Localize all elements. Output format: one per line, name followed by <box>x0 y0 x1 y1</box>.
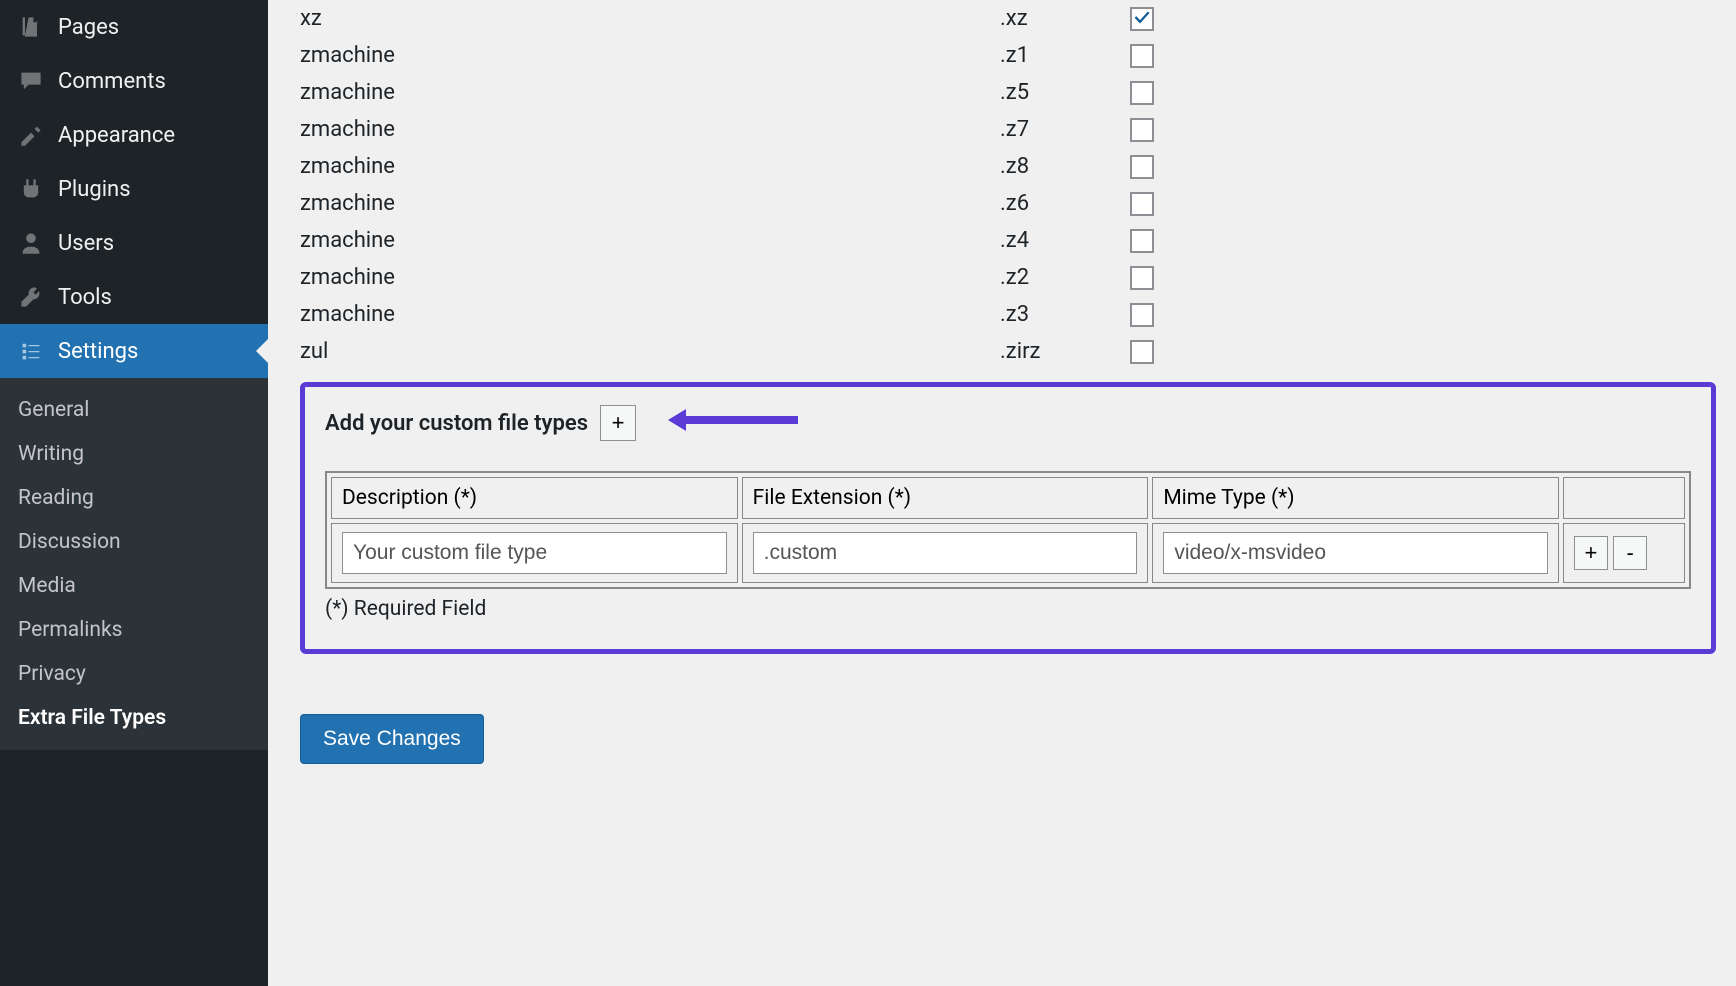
filetype-name: zmachine <box>300 43 1000 68</box>
menu-settings[interactable]: Settings <box>0 324 268 378</box>
menu-label: Appearance <box>58 123 175 148</box>
custom-row: + - <box>331 523 1685 583</box>
filetype-row: xz .xz <box>300 0 1716 37</box>
filetype-ext: .z3 <box>1000 302 1130 327</box>
filetype-ext: .z4 <box>1000 228 1130 253</box>
menu-label: Tools <box>58 285 112 310</box>
filetype-name: zmachine <box>300 265 1000 290</box>
filetype-ext: .z1 <box>1000 43 1130 68</box>
custom-file-types-table: Description (*) File Extension (*) Mime … <box>325 471 1691 589</box>
filetype-checkbox[interactable] <box>1130 303 1154 327</box>
filetype-row: zmachine .z5 <box>300 74 1716 111</box>
required-note: (*) Required Field <box>325 597 1691 621</box>
plugins-icon <box>18 176 44 202</box>
filetype-ext: .z6 <box>1000 191 1130 216</box>
submenu-privacy[interactable]: Privacy <box>0 652 268 696</box>
filetype-checkbox[interactable] <box>1130 229 1154 253</box>
add-custom-button[interactable]: + <box>600 405 636 441</box>
filetype-ext: .z8 <box>1000 154 1130 179</box>
col-mime: Mime Type (*) <box>1152 477 1559 519</box>
filetype-row: zmachine .z1 <box>300 37 1716 74</box>
menu-label: Plugins <box>58 177 131 202</box>
save-changes-button[interactable]: Save Changes <box>300 714 484 764</box>
col-description: Description (*) <box>331 477 738 519</box>
filetype-checkbox[interactable] <box>1130 44 1154 68</box>
filetype-name: zmachine <box>300 228 1000 253</box>
filetype-name: zmachine <box>300 191 1000 216</box>
filetype-name: zmachine <box>300 117 1000 142</box>
extension-input[interactable] <box>753 532 1138 574</box>
col-extension: File Extension (*) <box>742 477 1149 519</box>
filetype-name: zul <box>300 339 1000 364</box>
menu-appearance[interactable]: Appearance <box>0 108 268 162</box>
menu-label: Settings <box>58 339 138 364</box>
row-remove-button[interactable]: - <box>1613 536 1647 570</box>
row-add-button[interactable]: + <box>1574 536 1608 570</box>
filetype-ext: .z7 <box>1000 117 1130 142</box>
filetype-name: zmachine <box>300 302 1000 327</box>
comment-icon <box>18 68 44 94</box>
admin-sidebar: Pages Comments Appearance Plugins Users … <box>0 0 268 986</box>
filetype-checkbox[interactable] <box>1130 81 1154 105</box>
filetype-row: zmachine .z2 <box>300 259 1716 296</box>
settings-submenu: General Writing Reading Discussion Media… <box>0 378 268 750</box>
filetype-name: xz <box>300 6 1000 31</box>
filetype-row: zul .zirz <box>300 333 1716 370</box>
filetype-ext: .xz <box>1000 6 1130 31</box>
menu-tools[interactable]: Tools <box>0 270 268 324</box>
filetype-ext: .z5 <box>1000 80 1130 105</box>
menu-label: Users <box>58 231 114 256</box>
custom-file-types-box: Add your custom file types + Description… <box>300 382 1716 654</box>
custom-heading: Add your custom file types <box>325 411 588 436</box>
submenu-extra-file-types[interactable]: Extra File Types <box>0 696 268 740</box>
callout-arrow-icon <box>668 406 798 440</box>
filetype-row: zmachine .z4 <box>300 222 1716 259</box>
submenu-general[interactable]: General <box>0 388 268 432</box>
menu-label: Pages <box>58 15 119 40</box>
menu-users[interactable]: Users <box>0 216 268 270</box>
submenu-writing[interactable]: Writing <box>0 432 268 476</box>
filetype-row: zmachine .z6 <box>300 185 1716 222</box>
filetype-name: zmachine <box>300 154 1000 179</box>
tools-icon <box>18 284 44 310</box>
filetype-checkbox[interactable] <box>1130 266 1154 290</box>
main-content: xz .xz zmachine .z1 zmachine .z5 zmachin… <box>268 0 1736 986</box>
menu-label: Comments <box>58 69 166 94</box>
submenu-discussion[interactable]: Discussion <box>0 520 268 564</box>
col-actions <box>1563 477 1685 519</box>
appearance-icon <box>18 122 44 148</box>
filetype-ext: .z2 <box>1000 265 1130 290</box>
filetype-checkbox[interactable] <box>1130 7 1154 31</box>
settings-icon <box>18 338 44 364</box>
submenu-media[interactable]: Media <box>0 564 268 608</box>
filetype-checkbox[interactable] <box>1130 340 1154 364</box>
users-icon <box>18 230 44 256</box>
filetype-name: zmachine <box>300 80 1000 105</box>
menu-pages[interactable]: Pages <box>0 0 268 54</box>
pages-icon <box>18 14 44 40</box>
filetype-checkbox[interactable] <box>1130 155 1154 179</box>
filetype-row: zmachine .z7 <box>300 111 1716 148</box>
filetype-checkbox[interactable] <box>1130 118 1154 142</box>
mime-input[interactable] <box>1163 532 1548 574</box>
filetype-row: zmachine .z3 <box>300 296 1716 333</box>
menu-comments[interactable]: Comments <box>0 54 268 108</box>
submenu-permalinks[interactable]: Permalinks <box>0 608 268 652</box>
filetype-checkbox[interactable] <box>1130 192 1154 216</box>
menu-plugins[interactable]: Plugins <box>0 162 268 216</box>
submenu-reading[interactable]: Reading <box>0 476 268 520</box>
filetype-ext: .zirz <box>1000 339 1130 364</box>
description-input[interactable] <box>342 532 727 574</box>
filetype-row: zmachine .z8 <box>300 148 1716 185</box>
